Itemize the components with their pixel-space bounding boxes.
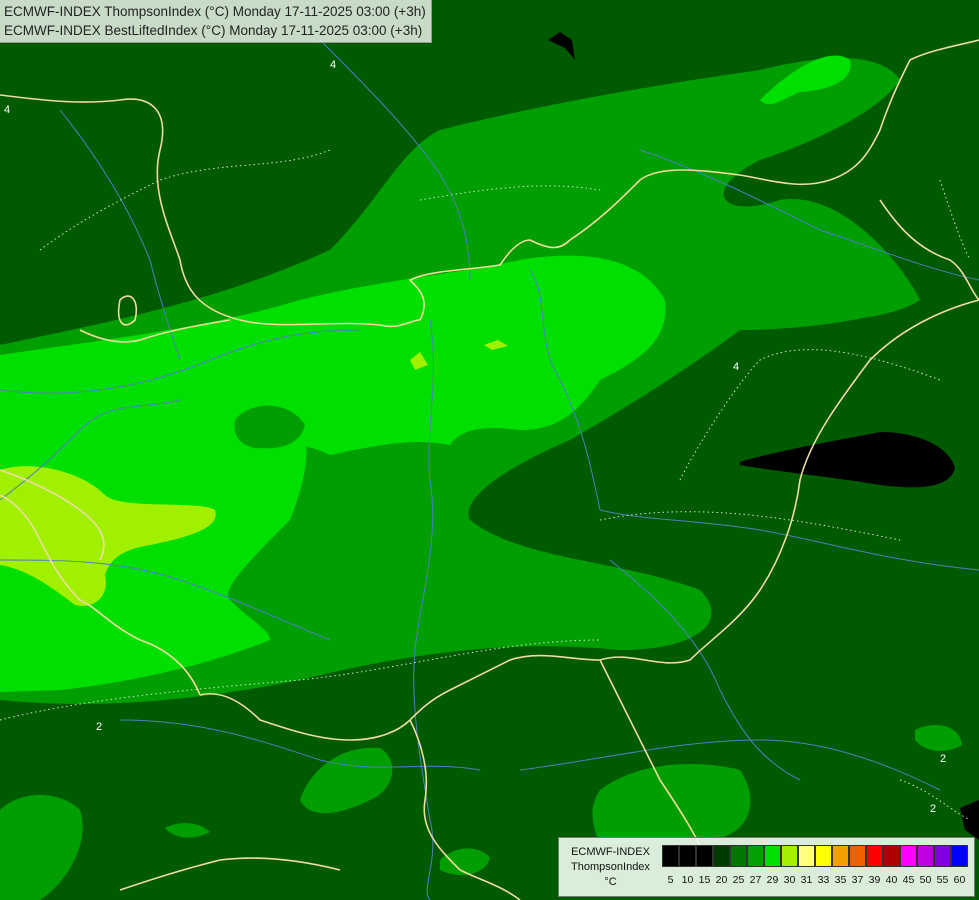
legend-swatch xyxy=(679,845,696,867)
legend-tick-label: 5 xyxy=(667,874,674,886)
legend-swatch xyxy=(662,845,679,867)
legend-swatch xyxy=(764,845,781,867)
contour-label: 4 xyxy=(733,361,739,373)
legend-swatch xyxy=(696,845,713,867)
legend-tick-label: 50 xyxy=(919,874,932,886)
legend-swatch xyxy=(781,845,798,867)
legend-tick-label: 39 xyxy=(868,874,881,886)
legend-tick-label: 10 xyxy=(681,874,694,886)
legend-swatch xyxy=(934,845,951,867)
legend-parameter: ThompsonIndex xyxy=(571,861,650,873)
legend-swatch xyxy=(713,845,730,867)
legend-tick-label: 40 xyxy=(885,874,898,886)
legend-tick-label: 33 xyxy=(817,874,830,886)
legend-swatch xyxy=(849,845,866,867)
legend-swatch xyxy=(866,845,883,867)
contour-label: 4 xyxy=(330,59,336,71)
legend-tick-label: 31 xyxy=(800,874,813,886)
legend-swatch xyxy=(798,845,815,867)
color-legend: ECMWF-INDEX ThompsonIndex °C 5 10 15 20 25 27… xyxy=(558,837,975,897)
legend-tick-label: 27 xyxy=(749,874,762,886)
legend-swatch xyxy=(900,845,917,867)
legend-tick-label: 35 xyxy=(834,874,847,886)
legend-ticks: 5 10 15 20 25 27 29 30 31 33 35 37 39 40 45 50 55 60 xyxy=(662,874,968,886)
title-line-thompson: ECMWF-INDEX ThompsonIndex (°C) Monday 17… xyxy=(4,4,426,19)
legend-swatch xyxy=(917,845,934,867)
contour-label: 2 xyxy=(930,803,936,815)
title-line-lifted: ECMWF-INDEX BestLiftedIndex (°C) Monday … xyxy=(4,23,423,38)
contour-label: 2 xyxy=(940,753,946,765)
legend-swatch xyxy=(883,845,900,867)
legend-tick-label: 45 xyxy=(902,874,915,886)
forecast-map: 4 4 2 2 2 4 xyxy=(0,0,979,900)
legend-tick-label: 60 xyxy=(953,874,966,886)
legend-tick-label: 29 xyxy=(766,874,779,886)
contour-label: 2 xyxy=(96,721,102,733)
legend-swatch xyxy=(951,845,968,867)
legend-swatch xyxy=(832,845,849,867)
legend-tick-label: 37 xyxy=(851,874,864,886)
legend-tick-label: 20 xyxy=(715,874,728,886)
legend-unit: °C xyxy=(604,876,617,888)
map-title: ECMWF-INDEX ThompsonIndex (°C) Monday 17… xyxy=(0,0,432,43)
legend-tick-label: 25 xyxy=(732,874,745,886)
legend-tick-label: 15 xyxy=(698,874,711,886)
legend-label: ECMWF-INDEX ThompsonIndex °C xyxy=(563,845,658,890)
contour-label: 4 xyxy=(4,104,10,116)
legend-swatch xyxy=(730,845,747,867)
legend-swatch xyxy=(815,845,832,867)
legend-swatch xyxy=(747,845,764,867)
legend-tick-label: 30 xyxy=(783,874,796,886)
legend-tick-label: 55 xyxy=(936,874,949,886)
legend-model: ECMWF-INDEX xyxy=(571,846,650,858)
legend-swatches xyxy=(662,845,968,867)
